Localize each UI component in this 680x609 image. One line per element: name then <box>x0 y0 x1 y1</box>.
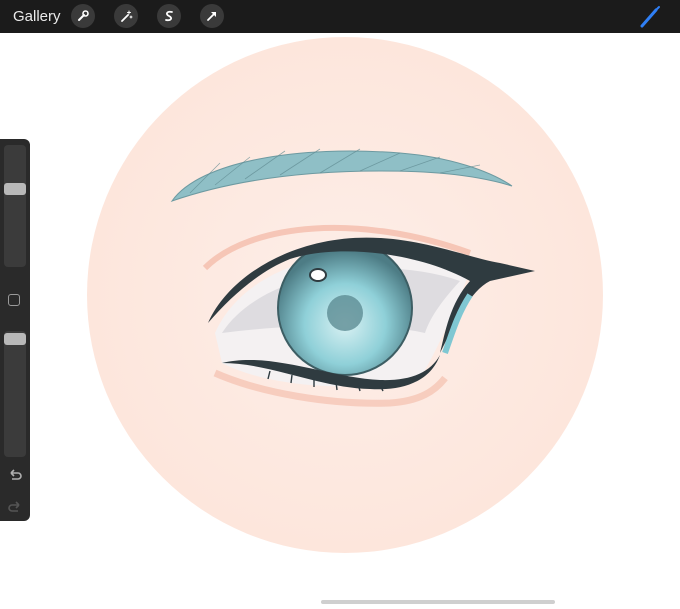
home-indicator <box>321 600 555 604</box>
eye-highlight <box>309 268 327 282</box>
brush-size-thumb[interactable] <box>4 183 26 195</box>
square-icon[interactable] <box>8 294 20 306</box>
magic-wand-icon <box>121 10 133 22</box>
drawing-canvas[interactable] <box>0 33 680 609</box>
opacity-slider[interactable] <box>4 331 26 457</box>
selection-icon <box>165 10 173 22</box>
opacity-thumb[interactable] <box>4 333 26 345</box>
wrench-icon <box>78 10 89 21</box>
transform-arrow-icon <box>207 12 216 21</box>
left-sidebar <box>0 139 30 521</box>
undo-icon[interactable] <box>6 467 24 485</box>
adjustments-button[interactable] <box>114 4 138 28</box>
gallery-button[interactable]: Gallery <box>13 8 61 25</box>
redo-icon[interactable] <box>6 499 24 517</box>
selection-button[interactable] <box>157 4 181 28</box>
brush-icon[interactable] <box>638 5 662 29</box>
top-toolbar: Gallery <box>0 0 680 33</box>
pupil <box>327 295 363 331</box>
actions-button[interactable] <box>71 4 95 28</box>
brush-size-slider[interactable] <box>4 145 26 267</box>
transform-button[interactable] <box>200 4 224 28</box>
